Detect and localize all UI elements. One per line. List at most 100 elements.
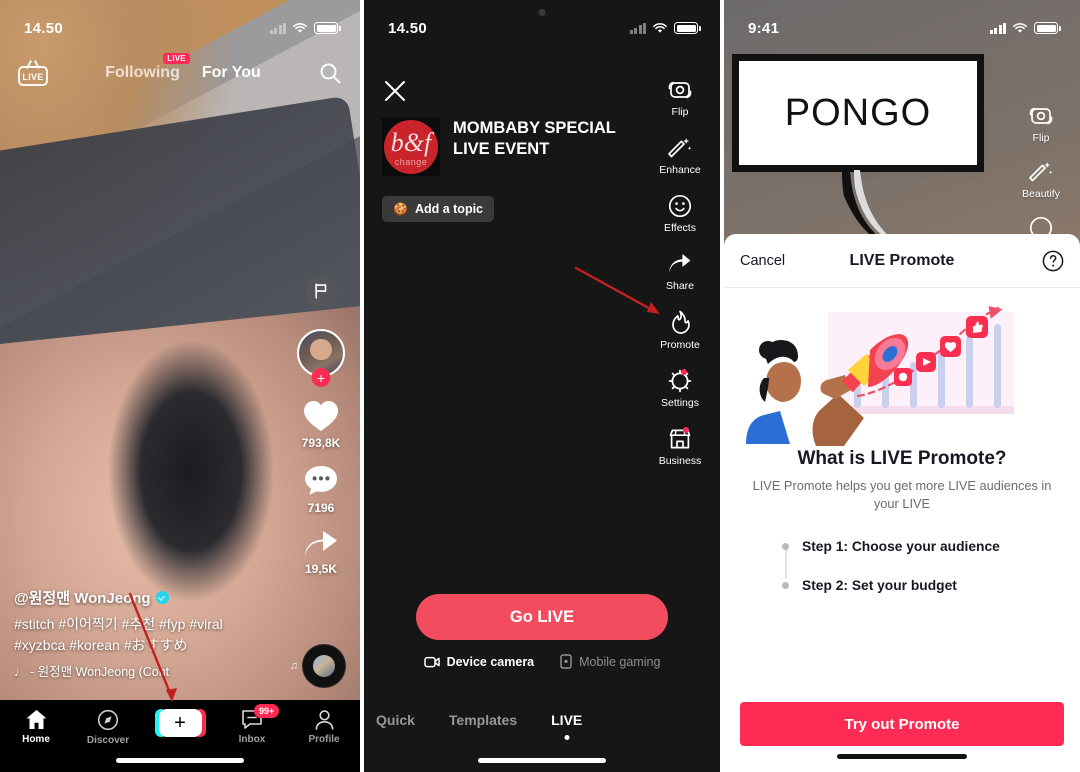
signal-bars-icon <box>989 22 1006 34</box>
rail-label-flip: Flip <box>1032 132 1050 144</box>
rail-item-share[interactable]: Share <box>666 252 694 292</box>
author-avatar[interactable]: + <box>297 329 345 387</box>
question-circle-icon[interactable] <box>1042 250 1064 272</box>
share-count: 19,5K <box>304 562 338 576</box>
status-time: 14.50 <box>388 19 428 37</box>
music-title[interactable]: ♩ - 원정맨 WonJeong (Cont <box>14 661 286 680</box>
rail-item-promote[interactable]: Promote <box>660 310 700 351</box>
tabbar-label-inbox: Inbox <box>238 734 266 745</box>
mode-mobile-gaming-label: Mobile gaming <box>579 654 661 669</box>
plus-icon[interactable]: + <box>154 709 206 737</box>
tab-live[interactable]: LIVE <box>551 712 582 728</box>
panel-tiktok-feed: 14.50 LIVE Following LIVE For You + 793,… <box>0 0 360 772</box>
tab-following[interactable]: Following LIVE <box>105 53 190 82</box>
share-button[interactable]: 19,5K <box>302 529 340 576</box>
three-panel-screenshot: 14.50 LIVE Following LIVE For You + 793,… <box>0 0 1080 772</box>
step-bullet-icon <box>782 543 789 551</box>
battery-icon <box>1034 22 1061 34</box>
follow-button[interactable]: + <box>311 368 331 387</box>
battery-icon <box>674 22 701 34</box>
signal-bars-icon <box>629 22 646 34</box>
promote-steps: Step 1: Choose your audience Step 2: Set… <box>782 539 1080 617</box>
phone-icon <box>560 654 572 669</box>
tabbar-item-create[interactable]: + <box>144 709 216 737</box>
feed-tabs: Following LIVE For You <box>48 53 318 82</box>
rail-item-effects[interactable]: Effects <box>664 194 696 234</box>
promote-megaphone-chart-illustration <box>746 306 1014 446</box>
mode-mobile-gaming[interactable]: Mobile gaming <box>560 654 660 669</box>
bubble-text: PONGO <box>784 91 932 134</box>
feed-action-rail: + 793,8K 7196 19,5K <box>292 275 350 590</box>
tabbar-item-home[interactable]: Home <box>0 709 72 745</box>
live-title[interactable]: MOMBABY SPECIAL LIVE EVENT <box>453 118 648 176</box>
music-disc[interactable] <box>302 644 346 688</box>
live-cover-thumbnail[interactable]: b&f change <box>382 118 440 176</box>
try-out-promote-button[interactable]: Try out Promote <box>740 702 1064 746</box>
tabbar-item-discover[interactable]: Discover <box>72 709 144 746</box>
live-mode-row: Device camera Mobile gaming <box>364 654 720 669</box>
add-topic-chip[interactable]: 🍪 Add a topic <box>382 196 495 222</box>
mode-device-camera[interactable]: Device camera <box>423 655 534 669</box>
tab-templates[interactable]: Templates <box>449 712 517 728</box>
wifi-icon <box>293 23 307 33</box>
search-icon[interactable] <box>318 61 342 85</box>
tab-following-label: Following <box>105 64 180 81</box>
author-username: @원정맨 WonJeong <box>14 590 151 607</box>
sheet-subtitle: LIVE Promote helps you get more LIVE aud… <box>752 478 1052 512</box>
rail-item-settings[interactable]: Settings <box>661 369 699 409</box>
gear-icon <box>668 369 692 393</box>
tabbar-item-profile[interactable]: Profile <box>288 709 360 745</box>
go-live-option-rail: Flip Enhance Effects Share Promote Setti… <box>648 78 712 485</box>
live-tv-icon[interactable]: LIVE <box>18 60 48 86</box>
rail-label-promote: Promote <box>660 339 700 351</box>
rail-item-beautify[interactable]: Beautify <box>1022 160 1060 200</box>
cancel-button[interactable]: Cancel <box>740 253 785 269</box>
share-arrow-icon <box>669 254 691 273</box>
speech-bubble-graphic: PONGO <box>732 54 984 255</box>
home-icon <box>26 710 46 729</box>
like-button[interactable]: 793,8K <box>301 399 341 450</box>
rail-item-flip[interactable]: Flip <box>667 78 693 118</box>
author-name-row[interactable]: @원정맨 WonJeong <box>14 587 286 608</box>
rail-item-flip[interactable]: Flip <box>1028 104 1054 144</box>
create-mode-tabs: Quick Templates LIVE <box>364 712 720 728</box>
settings-notification-dot <box>680 369 687 375</box>
speech-bubble-box: PONGO <box>732 54 984 172</box>
like-count: 793,8K <box>301 436 341 450</box>
rail-label-share: Share <box>665 280 695 292</box>
battery-icon <box>314 22 341 34</box>
comment-count: 7196 <box>307 501 335 515</box>
rail-item-business[interactable]: Business <box>658 427 702 467</box>
rail-label-settings: Settings <box>661 397 699 409</box>
list-item: Step 1: Choose your audience <box>782 539 1080 554</box>
go-live-button[interactable]: Go LIVE <box>416 594 668 640</box>
tab-for-you[interactable]: For You <box>202 64 261 82</box>
comment-button[interactable]: 7196 <box>303 464 339 515</box>
tab-quick[interactable]: Quick <box>376 712 415 728</box>
heart-icon <box>303 401 338 431</box>
tabbar-item-inbox[interactable]: 99+ Inbox <box>216 704 288 745</box>
panel-go-live-setup: 14.50 b&f change MOMBABY SPECIAL LIVE EV… <box>364 0 720 772</box>
caption-hashtags-line1: #stitch #이어찍기 #추천 #fyp #viral <box>14 616 223 632</box>
promote-illustration <box>724 294 1080 446</box>
list-item: Step 2: Set your budget <box>782 578 1080 593</box>
home-indicator-panel2 <box>478 758 606 763</box>
rail-label-business: Business <box>658 455 702 467</box>
panel-live-promote: 9:41 PONGO Flip Beautify Cancel LIVE Pro… <box>724 0 1080 772</box>
camera-icon <box>423 656 440 667</box>
home-indicator-panel1 <box>116 758 244 763</box>
report-flag-button[interactable] <box>305 275 337 307</box>
live-badge-label: LIVE <box>22 72 44 82</box>
close-icon[interactable] <box>382 78 408 104</box>
live-cover-sub: change <box>394 157 428 167</box>
rail-label-flip: Flip <box>671 106 689 118</box>
smiley-icon <box>668 194 692 218</box>
flip-camera-icon <box>668 81 692 99</box>
flip-camera-icon <box>1029 107 1053 125</box>
status-time: 9:41 <box>748 19 780 37</box>
signal-bars-icon <box>269 22 286 34</box>
status-time: 14.50 <box>24 19 64 37</box>
rail-item-enhance[interactable]: Enhance <box>659 136 701 176</box>
home-indicator-panel3 <box>837 754 967 759</box>
comment-bubble-icon <box>305 466 337 495</box>
